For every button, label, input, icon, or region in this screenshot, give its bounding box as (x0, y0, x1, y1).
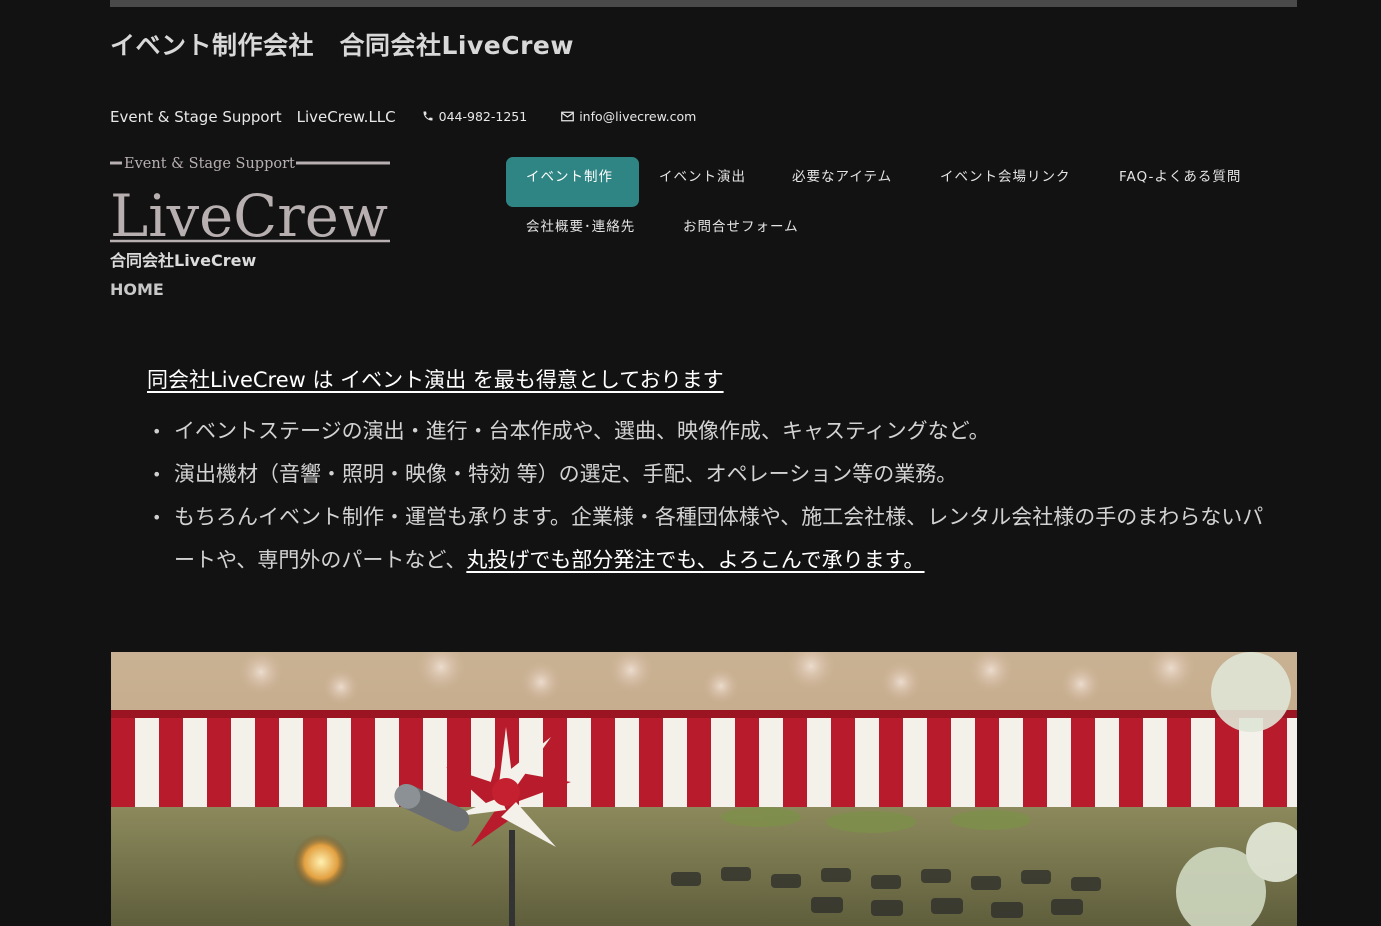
phone-icon (423, 111, 433, 121)
contact-row: Event & Stage Support LiveCrew.LLC 044-9… (110, 104, 730, 128)
tagline: Event & Stage Support LiveCrew.LLC (110, 107, 396, 126)
nav-item-company[interactable]: 会社概要･連絡先 (526, 215, 635, 235)
order-link[interactable]: 丸投げでも部分発注でも、よろこんで承ります。 (466, 548, 924, 572)
nav-item-faq[interactable]: FAQ-よくある質問 (1119, 165, 1241, 185)
service-list: イベントステージの演出・進行・台本作成や、選曲、映像作成、キャスティングなど。 … (150, 410, 1270, 582)
hero-image (111, 652, 1297, 926)
logo-image: Event & Stage Support LiveCrew (110, 156, 390, 250)
email-address: info@livecrew.com (579, 108, 697, 124)
nav-item-event-production[interactable]: イベント制作 (506, 157, 639, 207)
nav-item-event-direction[interactable]: イベント演出 (659, 165, 746, 185)
logo-main-text: LiveCrew (110, 182, 388, 244)
email-link[interactable]: info@livecrew.com (561, 109, 696, 124)
nav-item-items[interactable]: 必要なアイテム (792, 165, 892, 185)
list-item-text: 演出機材（音響・照明・映像・特効 等）の選定、手配、オペレーション等の業務。 (174, 462, 958, 486)
logo-subtitle: 合同会社LiveCrew (110, 251, 257, 270)
logo-top-text: Event & Stage Support (124, 156, 295, 172)
logo[interactable]: Event & Stage Support LiveCrew (110, 152, 390, 250)
nav-item-venue-links[interactable]: イベント会場リンク (940, 165, 1071, 185)
list-item: 演出機材（音響・照明・映像・特効 等）の選定、手配、オペレーション等の業務。 (150, 453, 1270, 496)
phone-link[interactable]: 044-982-1251 (422, 108, 528, 124)
breadcrumb[interactable]: HOME (110, 280, 164, 299)
list-item: イベントステージの演出・進行・台本作成や、選曲、映像作成、キャスティングなど。 (150, 410, 1270, 453)
list-item-text: イベントステージの演出・進行・台本作成や、選曲、映像作成、キャスティングなど。 (174, 419, 990, 443)
phone-number: 044-982-1251 (438, 108, 528, 124)
list-item: もちろんイベント制作・運営も承ります。企業様・各種団体様や、施工会社様、レンタル… (150, 496, 1270, 582)
event-stage-photo (111, 652, 1297, 926)
nav-item-contact-form[interactable]: お問合せフォーム (683, 215, 799, 235)
site-title[interactable]: イベント制作会社 合同会社LiveCrew (110, 26, 574, 62)
mail-icon (561, 111, 575, 121)
headline-link[interactable]: 同会社LiveCrew は イベント演出 を最も得意としております (147, 364, 724, 394)
top-bar (110, 0, 1297, 7)
